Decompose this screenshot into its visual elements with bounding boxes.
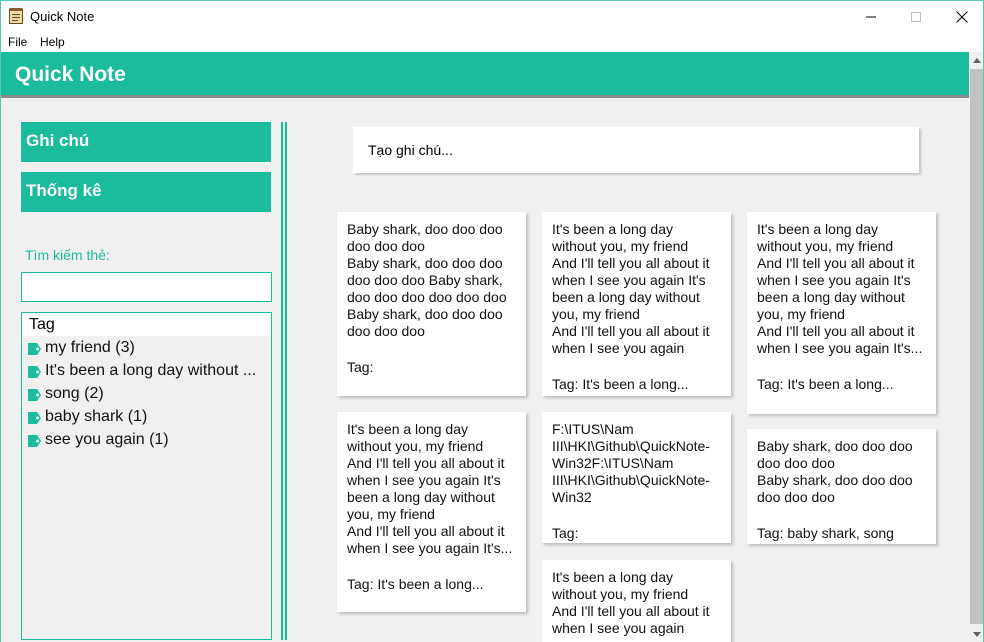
- app-window: Quick Note File Help Quick Note Ghi chú …: [0, 0, 984, 642]
- sidebar-divider: [281, 122, 287, 640]
- create-note-box[interactable]: Tạo ghi chú...: [353, 127, 919, 173]
- scroll-up-button[interactable]: [969, 52, 983, 69]
- note-body: Baby shark, doo doo doo doo doo doo Baby…: [757, 438, 913, 505]
- minimize-button[interactable]: [848, 1, 894, 32]
- window-title: Quick Note: [30, 9, 95, 24]
- tag-item-label: song (2): [45, 385, 104, 402]
- note-card[interactable]: F:\ITUS\Nam III\HKI\Github\QuickNote-Win…: [542, 412, 731, 543]
- note-body: Baby shark, doo doo doo doo doo doo Baby…: [347, 221, 507, 339]
- menu-file[interactable]: File: [8, 35, 27, 49]
- note-card[interactable]: It's been a long day without you, my fri…: [542, 212, 731, 396]
- tag-icon: [28, 435, 41, 447]
- note-card[interactable]: Baby shark, doo doo doo doo doo doo Baby…: [747, 429, 936, 544]
- app-header-title: Quick Note: [15, 63, 126, 86]
- note-tag: Tag: It's been a long...: [347, 576, 484, 592]
- note-tag: Tag:: [552, 525, 579, 541]
- tag-item-label: my friend (3): [45, 339, 135, 356]
- close-button[interactable]: [939, 1, 983, 32]
- chevron-up-icon: [973, 58, 981, 63]
- maximize-icon: [911, 11, 921, 22]
- note-card[interactable]: It's been a long day without you, my fri…: [337, 412, 526, 612]
- note-body: It's been a long day without you, my fri…: [757, 221, 923, 356]
- note-tag: Tag:: [347, 359, 374, 375]
- search-tag-label: Tìm kiếm thẻ:: [25, 247, 110, 263]
- note-body: It's been a long day without you, my fri…: [347, 421, 513, 556]
- tag-item-label: see you again (1): [45, 431, 169, 448]
- title-bar: Quick Note: [1, 1, 983, 32]
- nav-notes-button[interactable]: Ghi chú: [21, 122, 271, 162]
- note-body: It's been a long day without you, my fri…: [552, 221, 710, 356]
- maximize-button[interactable]: [893, 1, 939, 32]
- note-tag: Tag: It's been a long...: [757, 376, 894, 392]
- tag-item[interactable]: It's been a long day without ...: [22, 359, 270, 382]
- notepad-icon: [8, 7, 24, 24]
- tag-item[interactable]: see you again (1): [22, 428, 270, 451]
- tag-icon: [28, 412, 41, 424]
- note-card[interactable]: Baby shark, doo doo doo doo doo doo Baby…: [337, 212, 526, 396]
- content-area: Ghi chú Thống kê Tìm kiếm thẻ: Tag my fr…: [1, 98, 969, 642]
- scroll-down-button[interactable]: [969, 626, 983, 642]
- note-body: It's been a long day without you, my fri…: [552, 569, 710, 636]
- note-card[interactable]: It's been a long day without you, my fri…: [747, 212, 936, 414]
- chevron-down-icon: [973, 632, 981, 637]
- scroll-thumb[interactable]: [970, 69, 983, 624]
- search-tag-input[interactable]: [21, 272, 272, 302]
- tag-icon: [28, 343, 41, 355]
- menu-bar: File Help: [1, 32, 983, 52]
- note-tag: Tag: baby shark, song: [757, 525, 894, 541]
- vertical-scrollbar[interactable]: [969, 52, 983, 642]
- note-body: F:\ITUS\Nam III\HKI\Github\QuickNote-Win…: [552, 421, 710, 505]
- minimize-icon: [866, 16, 876, 17]
- tag-list[interactable]: Tag my friend (3) It's been a long day w…: [21, 312, 272, 640]
- tag-icon: [28, 389, 41, 401]
- tag-item-label: It's been a long day without ...: [45, 362, 257, 379]
- nav-statistics-button[interactable]: Thống kê: [21, 172, 271, 212]
- menu-help[interactable]: Help: [40, 35, 65, 49]
- note-tag: Tag: It's been a long...: [552, 376, 689, 392]
- tag-item[interactable]: baby shark (1): [22, 405, 270, 428]
- tag-item[interactable]: song (2): [22, 382, 270, 405]
- tag-list-header[interactable]: Tag: [22, 313, 271, 336]
- app-header: Quick Note: [1, 52, 969, 95]
- tag-icon: [28, 366, 41, 378]
- close-icon: [956, 10, 968, 23]
- note-card[interactable]: It's been a long day without you, my fri…: [542, 560, 731, 642]
- tag-item-label: baby shark (1): [45, 408, 148, 425]
- tag-item[interactable]: my friend (3): [22, 336, 270, 359]
